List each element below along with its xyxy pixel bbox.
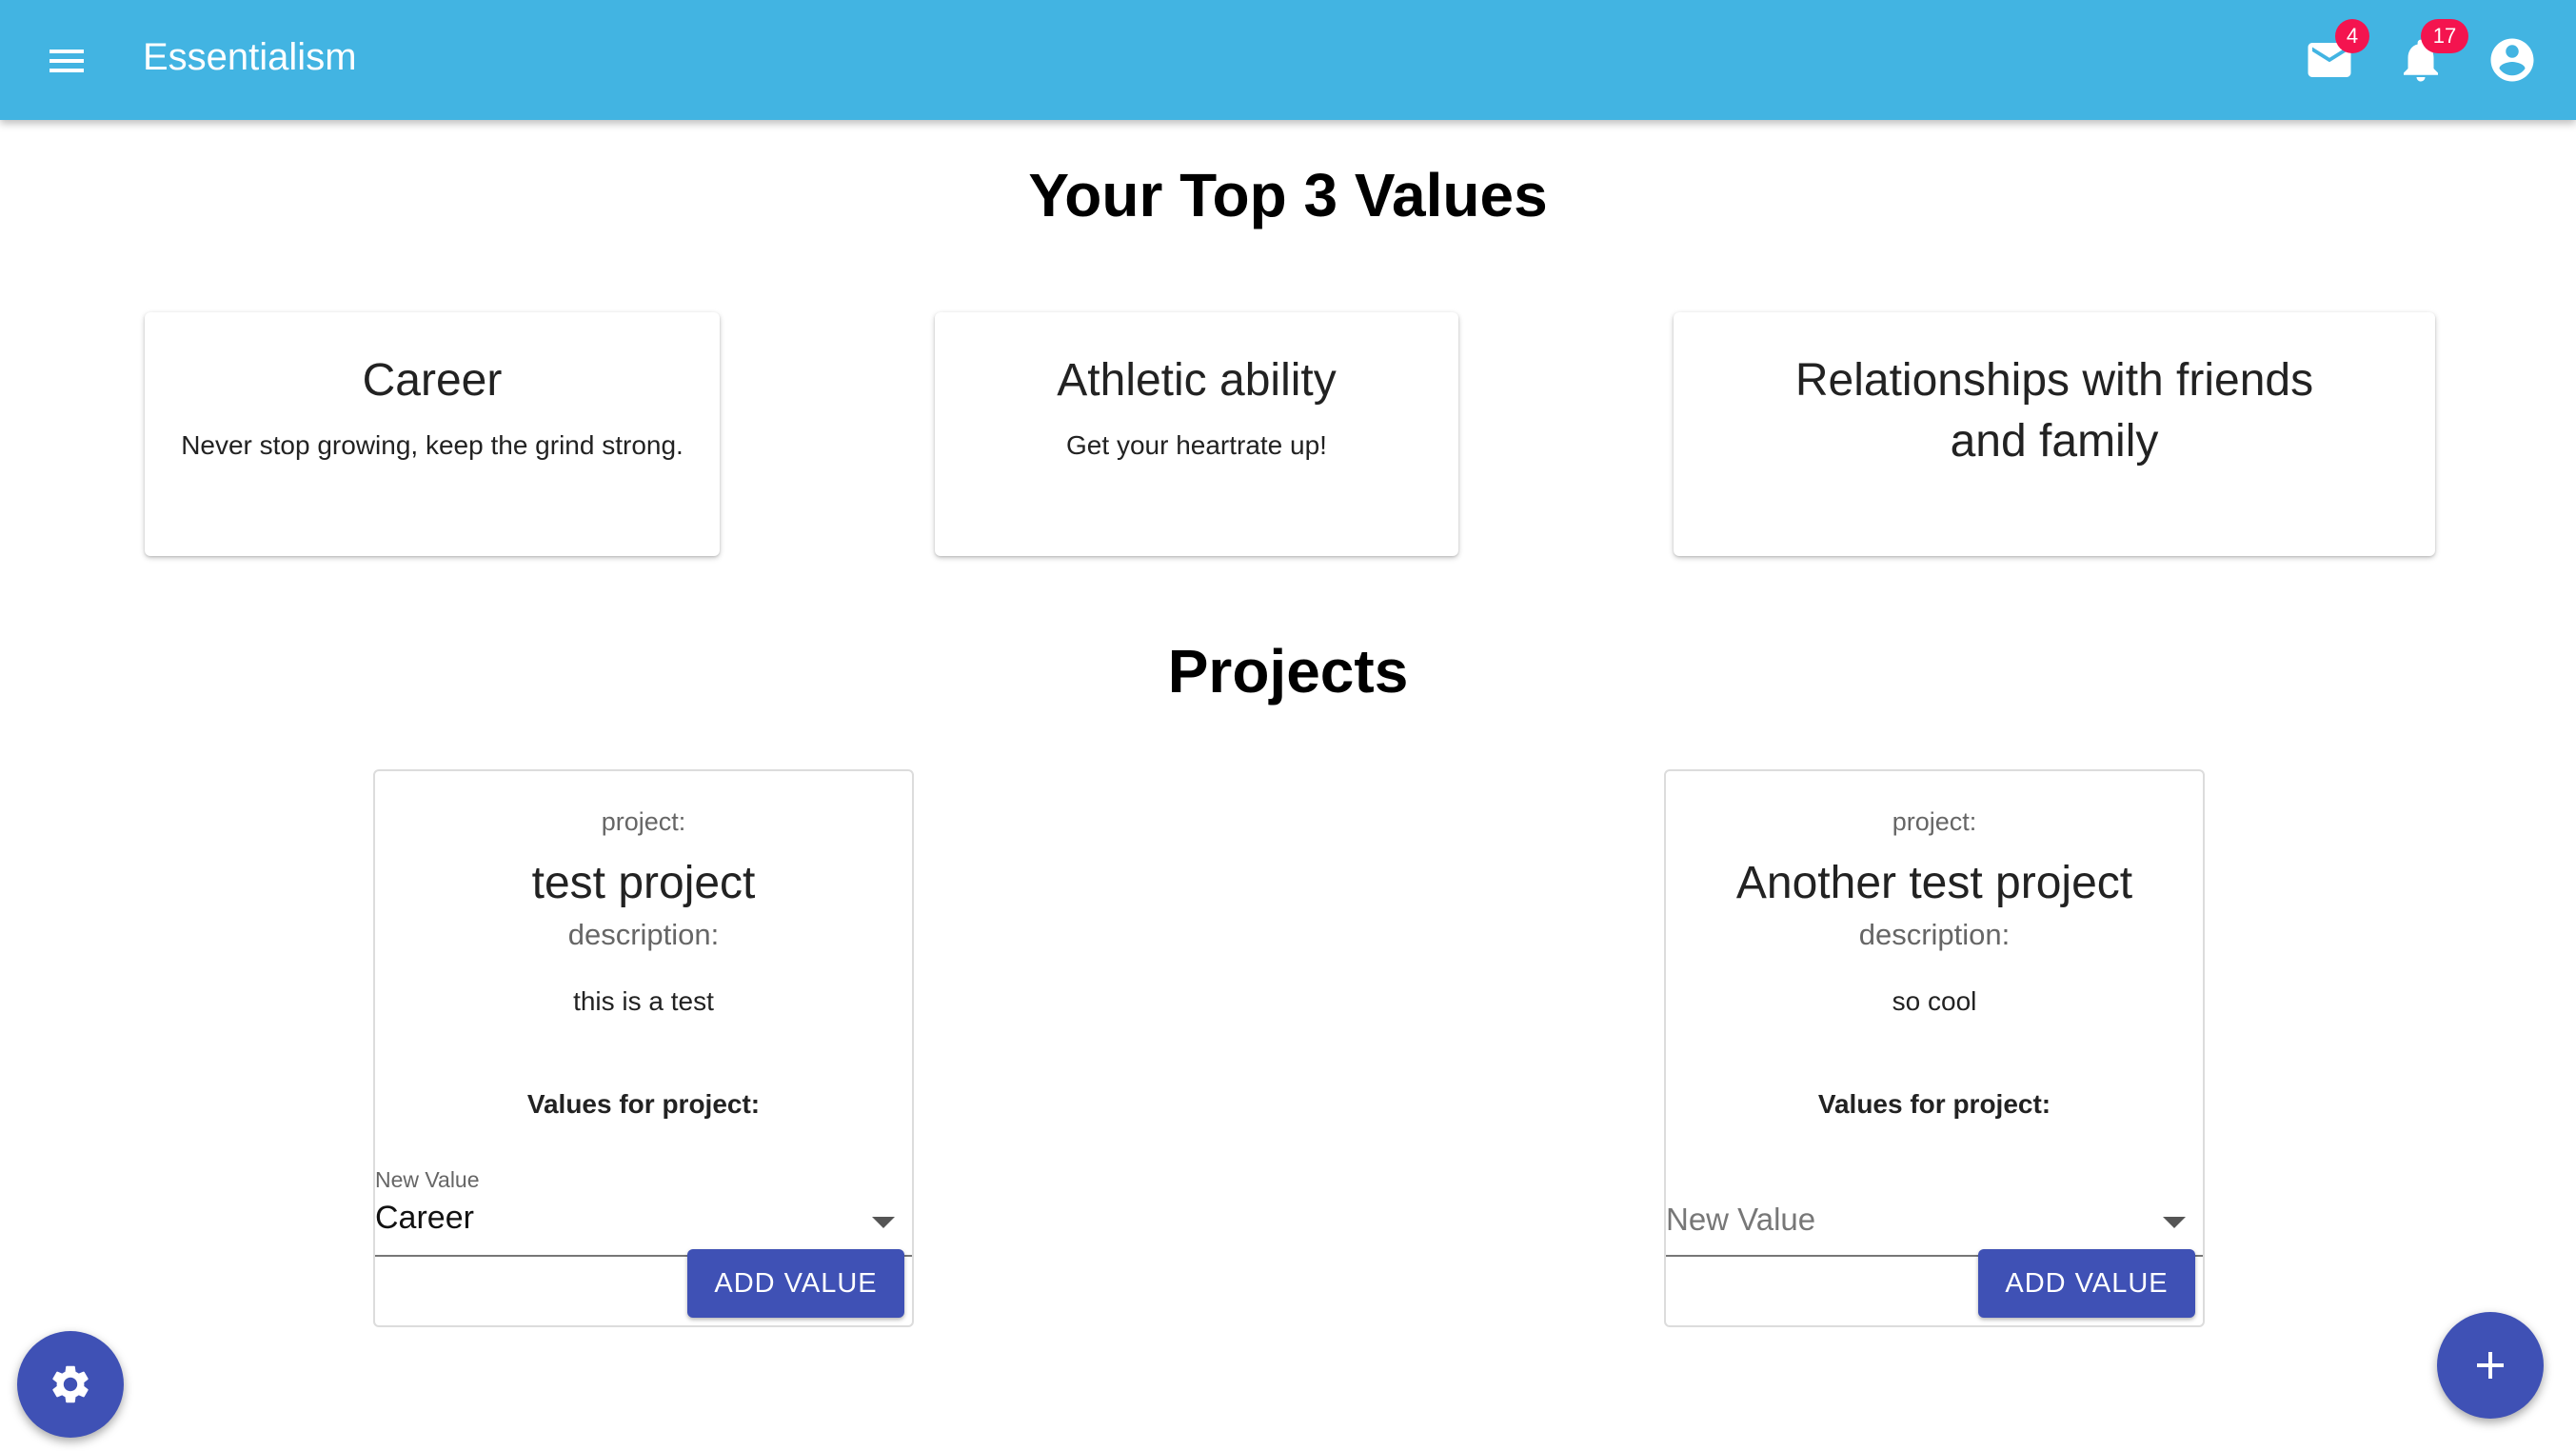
values-section-title: Your Top 3 Values xyxy=(1028,161,1548,229)
project-card: project: Another test project descriptio… xyxy=(1664,769,2205,1327)
value-card-title: Relationships with friends and family xyxy=(1794,355,2314,467)
value-card-title: Career xyxy=(362,355,503,406)
new-value-select-value: Career xyxy=(375,1200,474,1236)
mail-badge: 4 xyxy=(2335,19,2369,53)
add-value-button[interactable]: ADD VALUE xyxy=(1978,1249,2195,1318)
project-name: Another test project xyxy=(1735,858,2133,908)
menu-icon xyxy=(50,50,84,72)
values-for-project-label: Values for project: xyxy=(526,1089,761,1119)
new-value-select-placeholder: New Value xyxy=(1666,1202,1816,1237)
values-for-project-label: Values for project: xyxy=(1817,1089,2051,1119)
dropdown-arrow-icon xyxy=(2163,1217,2186,1228)
value-card-description: Never stop growing, keep the grind stron… xyxy=(181,430,684,460)
new-value-select-label: New Value xyxy=(375,1167,480,1192)
value-card-description: Get your heartrate up! xyxy=(1066,430,1327,460)
project-description: this is a test xyxy=(573,986,714,1016)
new-value-select[interactable]: New Value xyxy=(1666,1152,2203,1257)
project-label: project: xyxy=(601,807,686,836)
projects-section-title: Projects xyxy=(1167,637,1409,706)
account-button[interactable] xyxy=(2487,34,2538,86)
new-value-select[interactable]: New Value Career xyxy=(375,1152,912,1257)
description-label: description: xyxy=(1858,918,2011,951)
add-value-button[interactable]: ADD VALUE xyxy=(687,1249,904,1318)
value-card: Career Never stop growing, keep the grin… xyxy=(145,312,720,556)
app-title: Essentialism xyxy=(143,36,357,78)
settings-fab[interactable] xyxy=(17,1331,124,1438)
dropdown-arrow-icon xyxy=(872,1217,895,1228)
app-bar: Essentialism 4 17 xyxy=(0,0,2576,120)
value-card: Relationships with friends and family xyxy=(1674,312,2435,556)
account-circle-icon xyxy=(2490,38,2534,82)
menu-button[interactable] xyxy=(44,38,89,84)
value-card-title: Athletic ability xyxy=(1057,355,1337,406)
description-label: description: xyxy=(567,918,720,951)
add-project-fab[interactable] xyxy=(2437,1312,2544,1419)
value-card: Athletic ability Get your heartrate up! xyxy=(935,312,1458,556)
project-label: project: xyxy=(1892,807,1977,836)
project-card: project: test project description: this … xyxy=(373,769,914,1327)
plus-icon xyxy=(2477,1352,2504,1379)
notifications-badge: 17 xyxy=(2421,19,2468,53)
project-description: so cool xyxy=(1892,986,1977,1016)
project-name: test project xyxy=(531,858,756,908)
gear-icon xyxy=(52,1365,89,1403)
